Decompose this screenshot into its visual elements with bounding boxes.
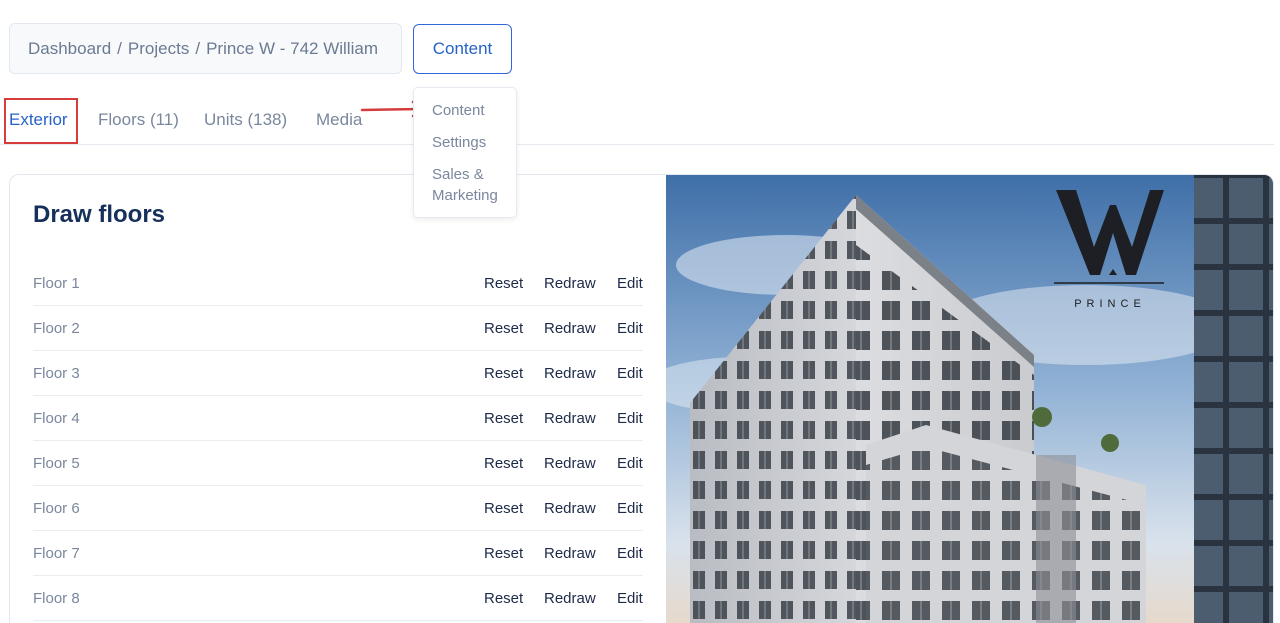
building-photo: PRINCE	[666, 175, 1273, 623]
edit-button[interactable]: Edit	[617, 545, 643, 562]
floor-row: Floor 7 Reset Redraw Edit	[33, 531, 643, 576]
dropdown-item-sales-label: Sales &	[432, 166, 484, 183]
reset-button[interactable]: Reset	[484, 320, 523, 337]
content-menu-button[interactable]: Content	[413, 24, 512, 74]
draw-floors-card: Draw floors Floor 1 Reset Redraw Edit Floor …	[9, 174, 1274, 623]
floor-row: Floor 4 Reset Redraw Edit	[33, 396, 643, 441]
floor-row: Floor 6 Reset Redraw Edit	[33, 486, 643, 531]
dropdown-item-settings[interactable]: Settings	[432, 132, 486, 153]
edit-button[interactable]: Edit	[617, 365, 643, 382]
edit-button[interactable]: Edit	[617, 455, 643, 472]
redraw-button[interactable]: Redraw	[544, 590, 596, 607]
tab-media[interactable]: Media	[316, 96, 362, 144]
redraw-button[interactable]: Redraw	[544, 320, 596, 337]
content-dropdown-menu: Content Settings Sales & Marketing	[413, 87, 517, 218]
redraw-button[interactable]: Redraw	[544, 275, 596, 292]
edit-button[interactable]: Edit	[617, 590, 643, 607]
tab-bar: Exterior Floors (11) Units (138) Media	[0, 96, 1274, 145]
floor-label: Floor 2	[33, 319, 80, 337]
floor-row: Floor 5 Reset Redraw Edit	[33, 441, 643, 486]
floor-label: Floor 3	[33, 364, 80, 382]
reset-button[interactable]: Reset	[484, 275, 523, 292]
tab-floors[interactable]: Floors (11)	[98, 96, 179, 144]
breadcrumb-dashboard[interactable]: Dashboard	[28, 39, 111, 59]
floor-list: Floor 1 Reset Redraw Edit Floor 2 Reset Redraw…	[33, 261, 643, 621]
reset-button[interactable]: Reset	[484, 410, 523, 427]
redraw-button[interactable]: Redraw	[544, 500, 596, 517]
edit-button[interactable]: Edit	[617, 410, 643, 427]
floor-label: Floor 4	[33, 409, 80, 427]
floor-label: Floor 8	[33, 589, 80, 607]
edit-button[interactable]: Edit	[617, 320, 643, 337]
breadcrumb-separator: /	[117, 38, 122, 58]
floor-label: Floor 1	[33, 274, 80, 292]
floor-label: Floor 6	[33, 499, 80, 517]
redraw-button[interactable]: Redraw	[544, 455, 596, 472]
breadcrumb-projects[interactable]: Projects	[128, 39, 189, 59]
edit-button[interactable]: Edit	[617, 275, 643, 292]
floor-row: Floor 8 Reset Redraw Edit	[33, 576, 643, 621]
floor-row: Floor 3 Reset Redraw Edit	[33, 351, 643, 396]
reset-button[interactable]: Reset	[484, 590, 523, 607]
redraw-button[interactable]: Redraw	[544, 410, 596, 427]
edit-button[interactable]: Edit	[617, 500, 643, 517]
reset-button[interactable]: Reset	[484, 545, 523, 562]
reset-button[interactable]: Reset	[484, 500, 523, 517]
floor-label: Floor 5	[33, 454, 80, 472]
redraw-button[interactable]: Redraw	[544, 545, 596, 562]
logo-text: PRINCE	[1074, 298, 1146, 310]
breadcrumb: Dashboard / Projects / Prince W - 742 Wi…	[9, 23, 402, 74]
redraw-button[interactable]: Redraw	[544, 365, 596, 382]
breadcrumb-separator: /	[195, 38, 201, 58]
tab-units[interactable]: Units (138)	[204, 96, 287, 144]
dropdown-item-marketing-label: Marketing	[432, 187, 498, 204]
card-title: Draw floors	[33, 201, 166, 228]
floor-label: Floor 7	[33, 544, 80, 562]
tab-exterior[interactable]: Exterior	[9, 96, 68, 144]
dropdown-item-sales-marketing[interactable]: Sales & Marketing	[432, 164, 498, 206]
reset-button[interactable]: Reset	[484, 365, 523, 382]
floor-row: Floor 1 Reset Redraw Edit	[33, 261, 643, 306]
floor-row: Floor 2 Reset Redraw Edit	[33, 306, 643, 351]
breadcrumb-project: Prince W - 742 William	[206, 38, 378, 58]
reset-button[interactable]: Reset	[484, 455, 523, 472]
dropdown-item-content[interactable]: Content	[432, 100, 485, 121]
